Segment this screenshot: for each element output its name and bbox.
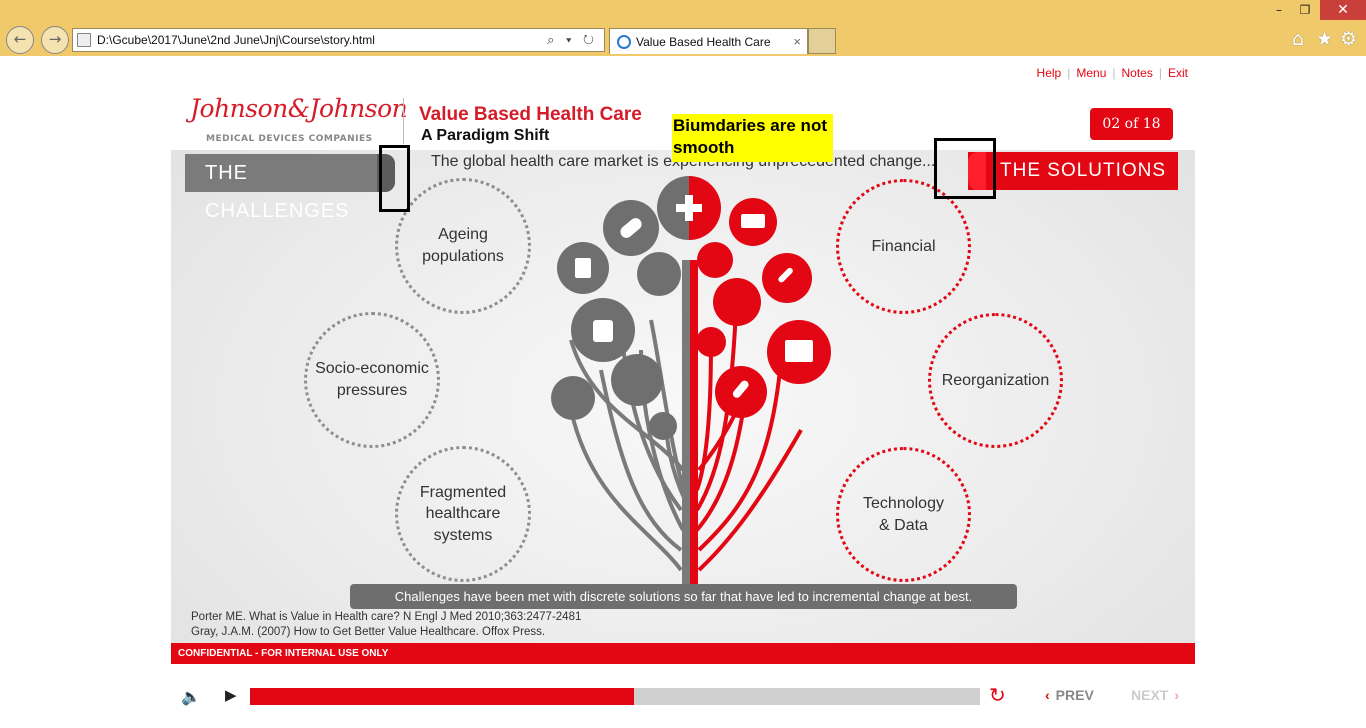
slide-stage: Johnson&Johnson MEDICAL DEVICES COMPANIE… [171,90,1195,664]
chevron-left-icon: ‹ [1045,687,1050,703]
ambulance-symbol [741,214,765,228]
address-tools-icons[interactable]: ⌕ ▾ ↻ [547,29,598,51]
slide-title: Value Based Health Care [419,104,642,125]
solution-text: Financial [871,237,936,255]
heart-monitor-symbol [785,340,813,362]
gray-icon-nodes [551,200,681,440]
new-tab-button[interactable] [808,28,836,54]
asterisk-node-icon [649,412,677,440]
forward-arrow-icon: → [48,30,62,48]
cross-node-bar [685,195,693,221]
header-divider [403,98,404,144]
tab-title: Value Based Health Care [636,35,771,49]
notes-link[interactable]: Notes [1122,66,1153,80]
logo-subtitle: MEDICAL DEVICES COMPANIES [206,134,373,144]
restore-button[interactable]: ❐ [1292,0,1318,20]
tooth-node-icon [637,252,681,296]
progress-bar[interactable] [250,688,980,705]
page-counter: 02 of 18 [1090,108,1173,140]
annotation-box-challenges-edge [379,145,410,212]
challenge-text: populations [422,248,504,265]
home-icon[interactable]: ⌂ [1292,28,1304,50]
solution-text: & Data [879,516,928,534]
challenges-label: THE CHALLENGES [205,162,350,222]
solutions-band: THE SOLUTIONS [968,152,1178,190]
next-button[interactable]: NEXT › [1131,687,1179,703]
next-label: NEXT [1131,687,1169,703]
challenge-circle-socio-economic[interactable]: Socio-economic pressures [304,312,440,448]
nav-separator: | [1158,66,1162,80]
jnj-logo: Johnson&Johnson [190,94,408,123]
confidential-bar: CONFIDENTIAL - FOR INTERNAL USE ONLY [171,643,1195,664]
close-window-button[interactable]: ✕ [1320,0,1366,20]
course-top-nav: Help | Menu | Notes | Exit [1037,66,1188,80]
exit-link[interactable]: Exit [1168,66,1188,80]
solution-circle-technology[interactable]: Technology & Data [836,447,971,582]
progress-fill [250,688,634,705]
favorites-star-icon[interactable]: ★ [1316,28,1333,50]
challenge-circle-ageing[interactable]: Ageing populations [395,178,531,314]
reference-line: Porter ME. What is Value in Health care?… [191,611,582,623]
prev-button[interactable]: ‹ PREV [1045,687,1094,703]
ie-icon [617,35,631,49]
page-icon [77,33,91,47]
back-button[interactable]: ← [6,26,34,54]
solution-circle-reorganization[interactable]: Reorganization [928,313,1063,448]
nav-separator: | [1067,66,1071,80]
annotation-note: Biumdaries are not smooth [672,114,833,162]
health-tree-illustration [551,176,831,590]
volume-icon[interactable]: 🔈 [181,687,201,706]
references: Porter ME. What is Value in Health care?… [191,610,581,640]
solutions-label: THE SOLUTIONS [1000,160,1167,181]
player-controls: 🔈 ▶ ↻ ‹ PREV NEXT › [0,678,1366,718]
medicine-bottle-symbol [593,320,613,342]
challenge-text: Socio-economic [315,360,429,378]
caption-bar: Challenges have been met with discrete s… [350,584,1017,609]
challenge-text: Fragmented [419,483,507,501]
minimize-button[interactable]: – [1266,0,1292,20]
challenge-text: healthcare [425,505,501,523]
nurse-node-icon [611,354,663,406]
replay-icon[interactable]: ↻ [989,683,1006,707]
dna-node-icon [713,278,761,326]
solution-text: Technology [863,494,944,512]
help-link[interactable]: Help [1037,66,1062,80]
browser-chrome: ← → D:\Gcube\2017\June\2nd June\Jnj\Cour… [0,0,1366,56]
solution-text: Reorganization [941,371,1050,389]
tab-value-based-health-care[interactable]: Value Based Health Care × [609,28,808,54]
slide-subtitle: A Paradigm Shift [421,127,550,144]
challenge-circle-fragmented[interactable]: Fragmented healthcare systems [395,446,531,582]
bandage-node-icon [551,376,595,420]
back-arrow-icon: ← [13,30,27,48]
chevron-right-icon: › [1174,687,1180,703]
challenge-text: systems [433,526,493,544]
play-icon[interactable]: ▶ [225,686,237,704]
challenge-text: pressures [336,382,408,399]
solution-circle-financial[interactable]: Financial [836,179,971,314]
clipboard-symbol [575,258,591,278]
pharmacy-node-icon [696,327,726,357]
chalice-node-icon [697,242,733,278]
address-bar[interactable]: D:\Gcube\2017\June\2nd June\Jnj\Course\s… [72,28,605,52]
tab-close-icon[interactable]: × [793,29,801,55]
settings-gear-icon[interactable]: ⚙ [1340,28,1357,50]
menu-link[interactable]: Menu [1076,66,1106,80]
address-text: D:\Gcube\2017\June\2nd June\Jnj\Course\s… [97,33,375,47]
forward-button[interactable]: → [41,26,69,54]
challenge-text: Ageing [438,226,488,244]
reference-line: Gray, J.A.M. (2007) How to Get Better Va… [191,626,546,638]
prev-label: PREV [1055,687,1094,703]
nav-separator: | [1112,66,1116,80]
red-icon-nodes [696,198,831,418]
challenges-band: THE CHALLENGES [185,154,395,222]
annotation-box-solutions-edge [934,138,996,199]
